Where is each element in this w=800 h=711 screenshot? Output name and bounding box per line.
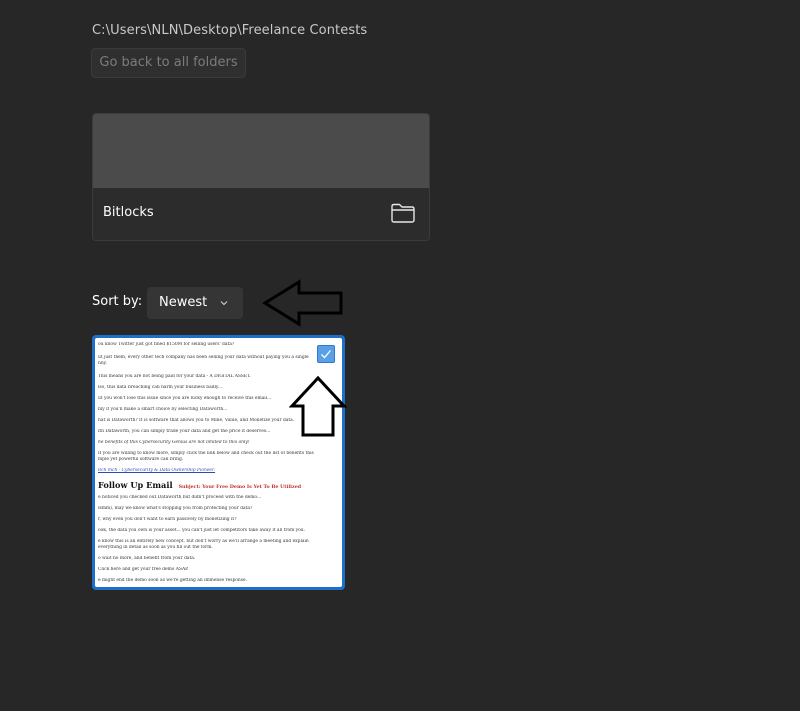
doc-line: everything in detail as soon as you fill… <box>98 545 213 550</box>
sort-dropdown[interactable]: Newest <box>147 287 243 319</box>
folder-thumbnail <box>93 114 429 188</box>
folder-name: Bitlocks <box>103 205 154 220</box>
doc-line: Click here and get your free demo ASAP. <box>98 567 189 572</box>
doc-heading-subject: Subject: Your Free Demo Is Yet To Be Uti… <box>178 484 302 490</box>
select-checkbox[interactable] <box>317 345 335 363</box>
doc-line: o wait no more, and benefit from your da… <box>98 556 196 561</box>
doc-line: nny. <box>98 361 107 366</box>
folder-card-bitlocks[interactable]: Bitlocks <box>92 113 430 241</box>
checkmark-icon <box>321 350 331 359</box>
doc-heading-title: Follow Up Email <box>98 480 173 490</box>
document-thumbnail-card[interactable]: ou know Twitter just got fined $150M for… <box>92 335 345 590</box>
doc-heading: Follow Up Email Subject: Your Free Demo I… <box>98 480 338 492</box>
folder-icon <box>391 203 415 223</box>
go-back-button[interactable]: Go back to all folders <box>91 48 246 78</box>
doc-line: e noticed you checked out Dataworth but … <box>98 495 262 500</box>
folder-footer: Bitlocks <box>93 188 429 240</box>
doc-line: ou know Twitter just got fined $150M for… <box>98 342 235 347</box>
doc-line: r, why even you don't want to earn passi… <box>98 517 237 522</box>
doc-line: ook, the data you own is your asset... y… <box>98 528 306 533</box>
sort-selected-value: Newest <box>159 295 208 310</box>
folder-path: C:\Users\NLN\Desktop\Freelance Contests <box>92 23 368 38</box>
doc-line: itch mch - Cybersecurity & Data Ownershi… <box>98 468 216 473</box>
doc-line: he benefits of this Cybersecurity Genius… <box>98 440 250 445</box>
sort-by-label: Sort by: <box>92 294 143 309</box>
doc-line: Hmm), may we know what's stopping you fr… <box>98 506 253 511</box>
doc-line: mple yet powerful software can bring. <box>98 457 184 462</box>
chevron-down-icon <box>220 301 228 306</box>
arrow-left-icon <box>262 279 343 327</box>
arrow-up-icon <box>289 375 347 437</box>
doc-line: e might end the demo soon as we're getti… <box>98 578 247 583</box>
